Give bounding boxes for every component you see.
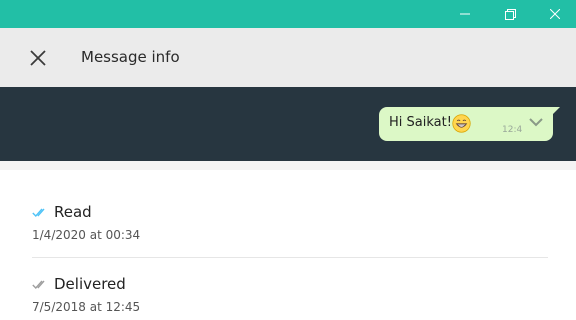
close-icon xyxy=(550,9,560,19)
title-bar xyxy=(0,0,576,28)
status-timestamp: 7/5/2018 at 12:45 xyxy=(32,300,141,314)
bubble-tail xyxy=(552,107,560,115)
message-text: Hi Saikat! xyxy=(389,115,452,130)
status-label: Delivered xyxy=(54,275,126,293)
page-title: Message info xyxy=(81,48,180,66)
window-close-button[interactable] xyxy=(532,0,576,28)
status-label: Read xyxy=(54,203,92,221)
maximize-button[interactable] xyxy=(487,0,533,28)
message-timestamp: 12:4 xyxy=(502,125,523,135)
message-preview-band: Hi Saikat! 12:4 xyxy=(0,87,576,161)
minimize-button[interactable] xyxy=(442,0,488,28)
restore-icon xyxy=(504,8,516,20)
double-check-blue-icon xyxy=(32,208,45,217)
message-info-header: Message info xyxy=(0,28,576,87)
close-panel-button[interactable] xyxy=(22,42,54,74)
status-read-row: Read 1/4/2020 at 00:34 xyxy=(32,201,548,243)
close-icon xyxy=(30,50,46,66)
minimize-icon xyxy=(460,13,470,15)
section-divider xyxy=(0,161,576,170)
chevron-down-icon[interactable] xyxy=(527,115,545,129)
status-timestamp: 1/4/2020 at 00:34 xyxy=(32,228,141,242)
double-check-grey-icon xyxy=(32,280,45,289)
row-divider xyxy=(32,257,548,258)
grinning-face-emoji-icon xyxy=(452,114,471,133)
message-bubble[interactable]: Hi Saikat! 12:4 xyxy=(379,107,560,141)
status-delivered-row: Delivered 7/5/2018 at 12:45 xyxy=(32,273,548,315)
